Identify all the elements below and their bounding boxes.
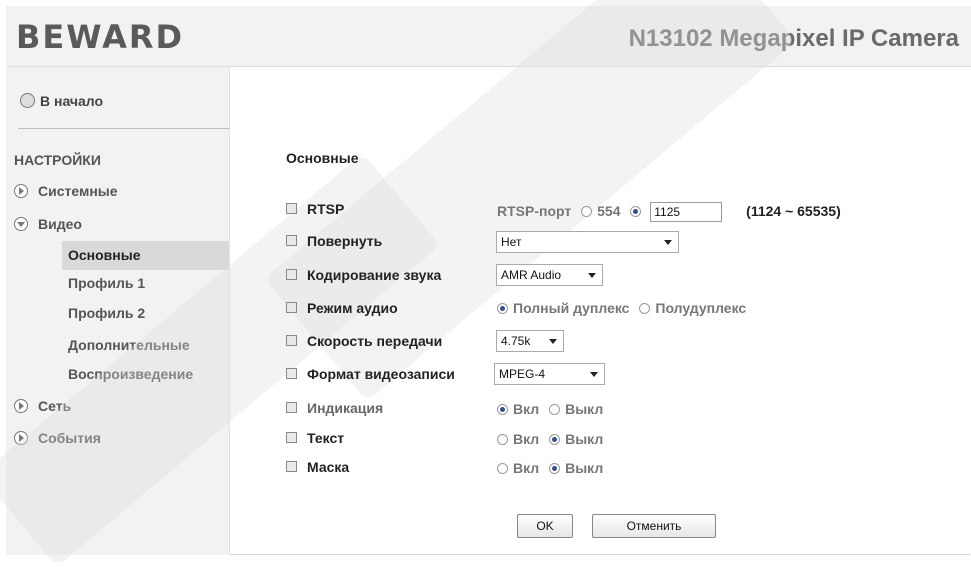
sidebar-item-label: Видео [38,216,82,232]
rotate-row-label: Повернуть [286,230,382,252]
sidebar-subitem-basic[interactable]: Основные [62,241,229,270]
rtsp-port-label: RTSP-порт [497,203,572,219]
text-off-label: Выкл [565,431,604,447]
audio-half-duplex-radio[interactable] [639,303,651,314]
home-icon [20,93,35,108]
sidebar-subitem-profile1[interactable]: Профиль 1 [68,273,145,293]
record-format-select-value: MPEG-4 [499,367,546,381]
text-on-radio[interactable] [497,434,508,445]
chevron-right-icon [14,184,28,198]
text-off-radio[interactable] [549,434,561,445]
mask-row-label: Маска [286,456,349,478]
rotate-select-value: Нет [501,235,522,249]
settings-title: НАСТРОЙКИ [14,152,101,168]
brand-logo: BEWARD [16,18,185,56]
bullet-icon [286,432,297,443]
audio-codec-select[interactable]: AMR Audio [496,264,603,286]
bullet-icon [286,368,297,379]
header: BEWARD N13102 Megapixel IP Camera [6,6,971,67]
sidebar-item-video[interactable]: Видео [14,214,82,234]
mask-control: Вкл Выкл [491,457,603,479]
indication-on-label: Вкл [513,401,540,417]
rtsp-row-label: RTSP [286,198,344,220]
indication-off-label: Выкл [565,401,604,417]
chevron-down-icon [664,240,672,245]
chevron-down-icon [14,217,28,231]
audio-mode-row-label: Режим аудио [286,297,398,319]
chevron-down-icon [590,372,598,377]
audio-codec-select-value: AMR Audio [501,268,562,282]
audio-mode-control: Полный дуплекс Полудуплекс [491,297,746,319]
rtsp-control: RTSP-порт 554 1125 (1124 ~ 65535) [497,200,841,223]
audio-half-duplex-label: Полудуплекс [655,300,747,316]
bitrate-row-label: Скорость передачи [286,330,442,352]
bullet-icon [286,335,297,346]
rtsp-port-554-radio[interactable] [581,206,593,217]
rtsp-port-custom-radio[interactable] [630,206,642,217]
rtsp-port-554-label: 554 [597,203,621,219]
home-label: В начало [40,93,104,109]
audio-full-duplex-radio[interactable] [497,303,508,314]
bitrate-select[interactable]: 4.75k [496,330,564,352]
record-format-label: Формат видеозаписи [307,366,455,382]
mask-on-radio[interactable] [497,463,508,474]
sidebar-item-label: Системные [38,183,118,199]
indication-row-label: Индикация [286,397,383,419]
audio-codec-row-label: Кодирование звука [286,264,441,286]
sidebar-divider [18,128,229,129]
rtsp-label: RTSP [307,201,345,217]
chevron-down-icon [588,273,596,278]
cancel-button[interactable]: Отменить [592,514,716,538]
bullet-icon [286,269,297,280]
sidebar-item-system[interactable]: Системные [14,181,118,201]
page-title: Основные [286,150,359,166]
rtsp-range-hint: (1124 ~ 65535) [746,203,841,219]
text-overlay-label: Текст [307,430,345,446]
mask-label: Маска [307,459,350,475]
mask-on-label: Вкл [513,460,540,476]
indication-off-radio[interactable] [549,404,561,415]
rtsp-port-input[interactable]: 1125 [650,202,723,223]
bitrate-label: Скорость передачи [307,333,443,349]
mask-off-label: Выкл [565,460,604,476]
mask-off-radio[interactable] [549,463,561,474]
text-control: Вкл Выкл [491,428,603,450]
audio-full-duplex-label: Полный дуплекс [513,300,630,316]
chevron-down-icon [549,339,557,344]
bitrate-select-value: 4.75k [501,334,531,348]
audio-codec-label: Кодирование звука [307,267,442,283]
record-format-row-label: Формат видеозаписи [286,363,455,385]
audio-mode-label: Режим аудио [307,300,398,316]
text-row-label: Текст [286,427,344,449]
chevron-right-icon [14,399,28,413]
sidebar-subitem-profile2[interactable]: Профиль 2 [68,303,145,323]
bullet-icon [286,235,297,246]
indication-on-radio[interactable] [497,404,508,415]
indication-control: Вкл Выкл [491,398,603,420]
rotate-label: Повернуть [307,233,383,249]
record-format-select[interactable]: MPEG-4 [494,363,605,385]
indication-label: Индикация [307,400,384,416]
bullet-icon [286,302,297,313]
bullet-icon [286,203,297,214]
bullet-icon [286,461,297,472]
text-on-label: Вкл [513,431,540,447]
home-link[interactable]: В начало [20,91,103,109]
ok-button[interactable]: OK [517,514,573,538]
rotate-select[interactable]: Нет [496,231,679,253]
bullet-icon [286,402,297,413]
